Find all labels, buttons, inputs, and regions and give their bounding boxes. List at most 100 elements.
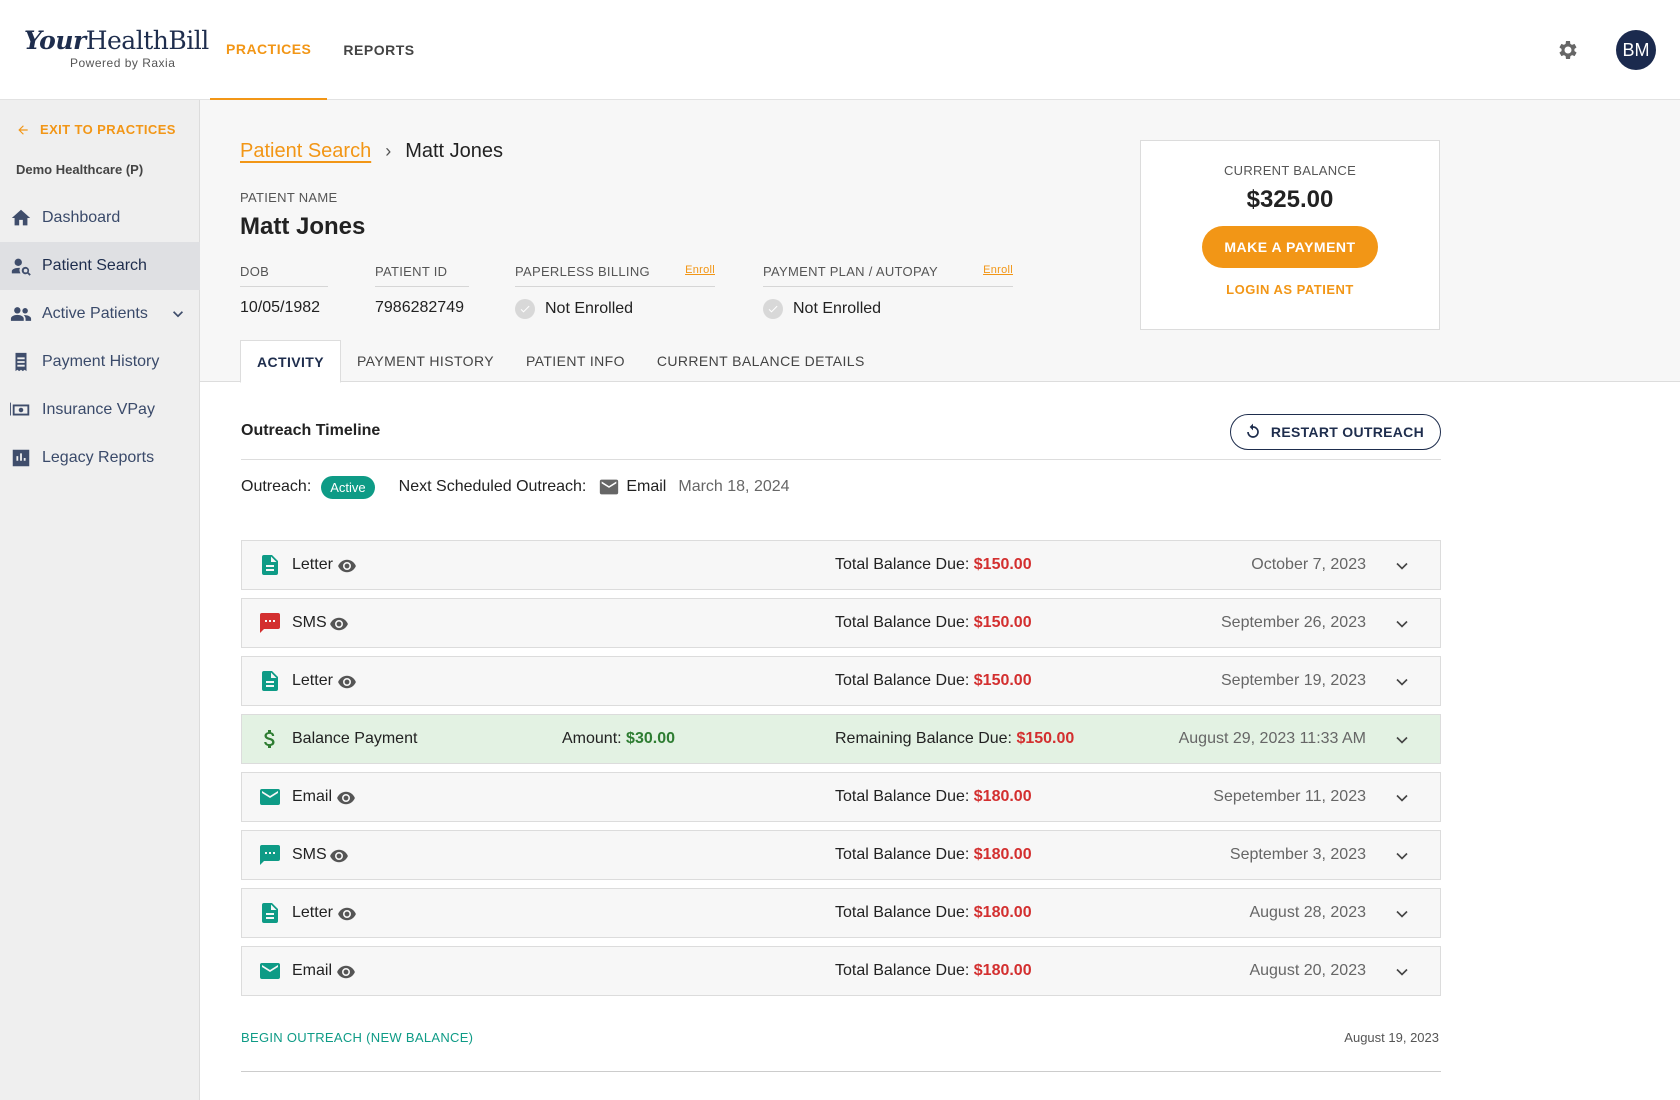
nav-reports[interactable]: REPORTS xyxy=(327,0,430,100)
eye-icon[interactable] xyxy=(336,964,356,980)
timeline-row[interactable]: Letter Total Balance Due: $150.00 October … xyxy=(241,540,1441,590)
paperless-enroll-link[interactable]: Enroll xyxy=(685,264,715,279)
row-type: Letter xyxy=(292,904,333,921)
chevron-down-icon[interactable] xyxy=(1392,614,1412,634)
current-balance-card: CURRENT BALANCE $325.00 MAKE A PAYMENT L… xyxy=(1140,140,1440,330)
bar-chart-icon xyxy=(12,449,30,467)
brand-logo[interactable]: YourHealthBill Powered by Raxia xyxy=(24,26,209,70)
row-balance-due: Total Balance Due: $180.00 xyxy=(835,846,1032,863)
row-date: Sepetember 11, 2023 xyxy=(1213,788,1366,805)
check-circle-icon xyxy=(763,299,783,319)
chevron-down-icon[interactable] xyxy=(1392,788,1412,808)
email-icon xyxy=(260,789,280,805)
sidebar-item-payment-history[interactable]: Payment History xyxy=(0,338,200,386)
sidebar-item-label: Insurance VPay xyxy=(42,401,155,418)
logo-text: YourHealthBill xyxy=(24,26,209,55)
restart-icon xyxy=(1247,423,1259,438)
exit-label: EXIT TO PRACTICES xyxy=(40,122,176,137)
payment-plan-field: PAYMENT PLAN / AUTOPAY Enroll Not Enroll… xyxy=(763,264,1013,319)
status-badge: Active xyxy=(321,475,375,499)
tab-activity[interactable]: ACTIVITY xyxy=(240,340,341,383)
row-type: Letter xyxy=(292,672,333,689)
timeline-row[interactable]: SMS Total Balance Due: $150.00 September 2… xyxy=(241,598,1441,648)
eye-icon[interactable] xyxy=(329,616,349,632)
row-type: Letter xyxy=(292,556,333,573)
chevron-right-icon: › xyxy=(385,141,392,161)
breadcrumb-patient-search-link[interactable]: Patient Search xyxy=(240,140,371,163)
chevron-down-icon[interactable] xyxy=(1392,730,1412,750)
row-date: September 3, 2023 xyxy=(1229,846,1366,863)
row-balance-due: Remaining Balance Due: $150.00 xyxy=(835,730,1075,747)
sidebar: EXIT TO PRACTICES Demo Healthcare (P) Da… xyxy=(0,100,200,1100)
timeline-row[interactable]: Balance Payment Amount: $30.00 Remaining B… xyxy=(241,714,1441,764)
sidebar-item-label: Active Patients xyxy=(42,305,148,322)
exit-to-practices-link[interactable]: EXIT TO PRACTICES xyxy=(16,122,176,137)
breadcrumb: Patient Search › Matt Jones xyxy=(240,140,503,163)
tab-patient-info[interactable]: PATIENT INFO xyxy=(510,340,641,382)
row-amount: Amount: $30.00 xyxy=(562,730,675,747)
user-avatar[interactable]: BM xyxy=(1616,30,1656,70)
sidebar-item-insurance-vpay[interactable]: Insurance VPay xyxy=(0,386,200,434)
eye-icon[interactable] xyxy=(337,674,357,690)
restart-outreach-button[interactable]: RESTART OUTREACH xyxy=(1229,414,1441,450)
eye-icon[interactable] xyxy=(337,558,357,574)
top-nav: PRACTICES REPORTS xyxy=(210,0,431,100)
sidebar-item-dashboard[interactable]: Dashboard xyxy=(0,194,200,242)
timeline-row[interactable]: Email Total Balance Due: $180.00 Sepetembe… xyxy=(241,772,1441,822)
patient-name: Matt Jones xyxy=(240,213,366,240)
make-payment-button[interactable]: MAKE A PAYMENT xyxy=(1202,226,1378,268)
document-icon xyxy=(262,555,278,575)
chevron-down-icon[interactable] xyxy=(1392,904,1412,924)
sidebar-item-label: Legacy Reports xyxy=(42,449,155,466)
chevron-down-icon[interactable] xyxy=(1392,962,1412,982)
receipt-icon xyxy=(15,352,27,372)
row-date: August 20, 2023 xyxy=(1249,962,1366,979)
sidebar-item-active-patients[interactable]: Active Patients xyxy=(0,290,200,338)
row-date: August 29, 2023 11:33 AM xyxy=(1178,730,1366,747)
paperless-billing-value: Not Enrolled xyxy=(515,299,715,319)
sms-icon xyxy=(260,845,280,865)
patient-id-label: PATIENT ID xyxy=(375,264,469,287)
paperless-billing-label: PAPERLESS BILLING Enroll xyxy=(515,264,715,287)
row-date: September 26, 2023 xyxy=(1221,614,1366,631)
patient-name-label: PATIENT NAME xyxy=(240,190,338,205)
tab-payment-history[interactable]: PAYMENT HISTORY xyxy=(341,340,510,382)
nav-practices[interactable]: PRACTICES xyxy=(210,0,328,100)
timeline-row[interactable]: Email Total Balance Due: $180.00 August 20… xyxy=(241,946,1441,996)
payment-plan-label: PAYMENT PLAN / AUTOPAY Enroll xyxy=(763,264,1013,287)
timeline-header: Outreach Timeline RESTART OUTREACH xyxy=(241,382,1441,460)
chevron-down-icon[interactable] xyxy=(168,304,188,324)
sidebar-item-legacy-reports[interactable]: Legacy Reports xyxy=(0,434,200,482)
timeline-row[interactable]: Letter Total Balance Due: $180.00 August 2… xyxy=(241,888,1441,938)
payment-plan-enroll-link[interactable]: Enroll xyxy=(983,264,1013,279)
outreach-status-line: Outreach: Active Next Scheduled Outreach… xyxy=(241,464,1441,510)
row-type: Balance Payment xyxy=(292,730,418,747)
outreach-label: Outreach: xyxy=(241,478,312,495)
eye-icon[interactable] xyxy=(329,848,349,864)
sidebar-item-patient-search[interactable]: Patient Search xyxy=(0,242,200,290)
tab-current-balance-details[interactable]: CURRENT BALANCE DETAILS xyxy=(641,340,881,382)
row-date: August 28, 2023 xyxy=(1249,904,1366,921)
side-nav: Dashboard Patient Search Active Patients… xyxy=(0,194,200,482)
dob-value: 10/05/1982 xyxy=(240,299,321,316)
begin-outreach-label[interactable]: BEGIN OUTREACH (NEW BALANCE) xyxy=(241,1030,473,1045)
current-balance-amount: $325.00 xyxy=(1246,186,1334,213)
practice-name: Demo Healthcare (P) xyxy=(16,162,144,177)
timeline-row[interactable]: SMS Total Balance Due: $180.00 September 3… xyxy=(241,830,1441,880)
row-balance-due: Total Balance Due: $180.00 xyxy=(835,962,1032,979)
row-date: September 19, 2023 xyxy=(1221,672,1366,689)
chevron-down-icon[interactable] xyxy=(1392,846,1412,866)
tab-bar: ACTIVITY PAYMENT HISTORY PATIENT INFO CU… xyxy=(240,340,881,383)
timeline-rows: Letter Total Balance Due: $150.00 October … xyxy=(241,540,1441,996)
sidebar-item-label: Dashboard xyxy=(42,209,121,226)
eye-icon[interactable] xyxy=(337,906,357,922)
patient-header: Patient Search › Matt Jones PATIENT NAME… xyxy=(200,100,1680,383)
chevron-down-icon[interactable] xyxy=(1392,556,1412,576)
timeline-row[interactable]: Letter Total Balance Due: $150.00 Septembe… xyxy=(241,656,1441,706)
eye-icon[interactable] xyxy=(336,790,356,806)
chevron-down-icon[interactable] xyxy=(1392,672,1412,692)
gear-icon[interactable] xyxy=(1555,38,1579,62)
paperless-billing-field: PAPERLESS BILLING Enroll Not Enrolled xyxy=(515,264,715,319)
top-bar: YourHealthBill Powered by Raxia PRACTICE… xyxy=(0,0,1680,100)
login-as-patient-link[interactable]: LOGIN AS PATIENT xyxy=(1141,282,1439,297)
